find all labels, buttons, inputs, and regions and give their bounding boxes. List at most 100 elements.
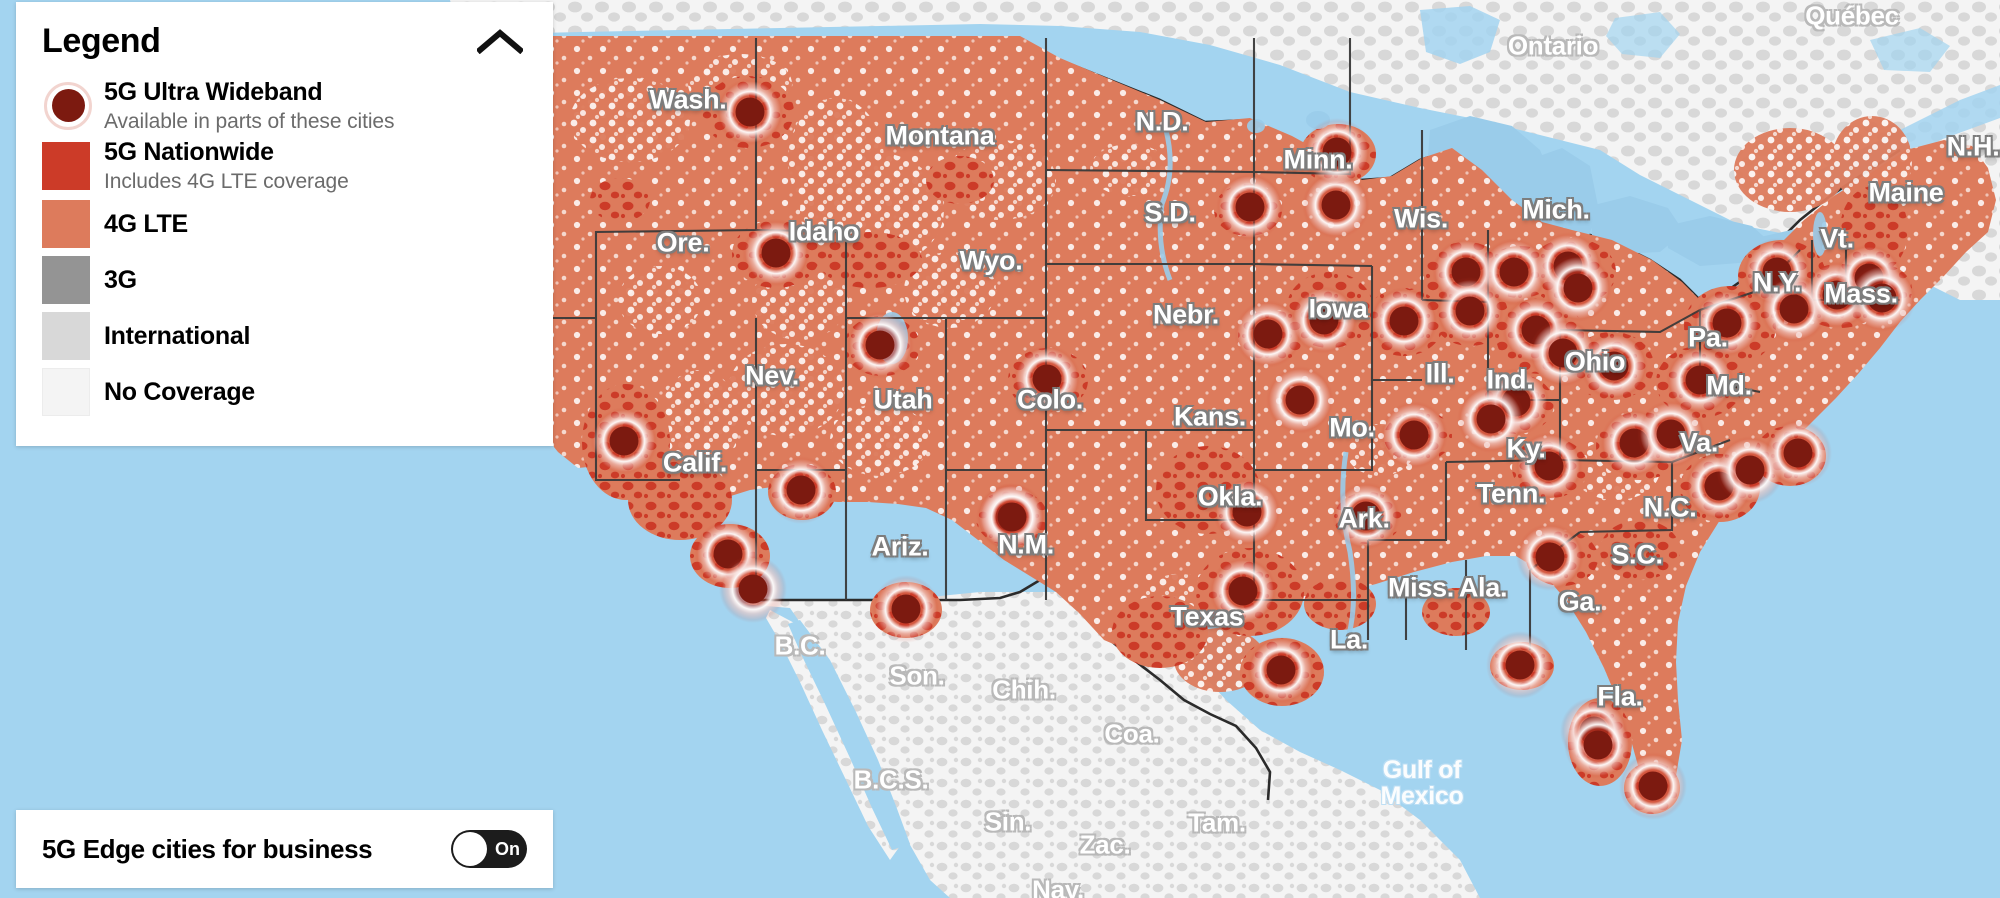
uwb-marker-dot (1656, 419, 1686, 449)
legend-item-texts: No Coverage (104, 378, 255, 407)
uwb-marker[interactable] (1564, 711, 1632, 779)
uwb-marker[interactable] (1580, 332, 1648, 400)
legend-item[interactable]: International (42, 308, 527, 364)
uwb-marker[interactable] (1303, 118, 1371, 186)
legend-title: Legend (42, 22, 161, 60)
uwb-marker-dot (1232, 497, 1262, 527)
uwb-marker-dot (1783, 438, 1813, 468)
uwb-marker[interactable] (1848, 264, 1916, 332)
legend-item-sublabel: Available in parts of these cities (104, 109, 395, 133)
uwb-marker[interactable] (872, 575, 940, 643)
legend-item-label: International (104, 321, 251, 350)
uwb-marker[interactable] (1693, 289, 1761, 357)
uwb-marker-dot (1309, 305, 1339, 335)
uwb-marker[interactable] (1380, 401, 1448, 469)
legend-items-list: 5G Ultra Wideband Available in parts of t… (42, 76, 527, 420)
uwb-marker[interactable] (1457, 385, 1525, 453)
legend-swatch-wrap (42, 311, 104, 360)
uwb-marker[interactable] (1290, 286, 1358, 354)
uwb-marker[interactable] (767, 456, 835, 524)
legend-item-texts: 5G Ultra Wideband Available in parts of t… (104, 78, 394, 134)
uwb-marker-dot (786, 475, 816, 505)
uwb-marker[interactable] (742, 219, 810, 287)
uwb-marker-dot (609, 426, 639, 456)
uwb-marker[interactable] (1247, 636, 1315, 704)
legend-item-label: 5G Nationwide (104, 137, 274, 166)
legend-panel: Legend 5G Ultra Wideband Available in par… (16, 2, 553, 446)
legend-color-swatch (42, 367, 90, 416)
uwb-marker[interactable] (1013, 345, 1081, 413)
uwb-marker-dot (1032, 364, 1062, 394)
legend-color-swatch (42, 199, 90, 248)
legend-item-label: No Coverage (104, 377, 255, 406)
uwb-marker-dot (1455, 296, 1485, 326)
toggle-state-label: On (495, 839, 520, 859)
uwb-marker[interactable] (1516, 523, 1584, 591)
legend-swatch-wrap (42, 141, 104, 190)
legend-item-label: 3G (104, 265, 137, 294)
uwb-marker[interactable] (1370, 287, 1438, 355)
uwb-marker-dot (735, 97, 765, 127)
legend-item[interactable]: 5G Ultra Wideband Available in parts of t… (42, 76, 527, 136)
uwb-marker-dot (1399, 420, 1429, 450)
toggle-knob (453, 832, 487, 866)
uwb-marker[interactable] (590, 407, 658, 475)
uwb-marker-dot (1535, 542, 1565, 572)
edge-cities-card: 5G Edge cities for business On (16, 810, 553, 888)
uwb-marker-dot (1253, 319, 1283, 349)
legend-swatch-wrap (42, 367, 104, 416)
uwb-marker-dot (1638, 771, 1668, 801)
chevron-up-icon[interactable] (473, 24, 527, 58)
uwb-marker[interactable] (1209, 557, 1277, 625)
uwb-marker[interactable] (1515, 432, 1583, 500)
uwb-marker[interactable] (1764, 419, 1832, 487)
uwb-marker[interactable] (1266, 366, 1334, 434)
edge-cities-toggle[interactable]: On (451, 830, 527, 868)
uwb-marker-dot (1235, 192, 1265, 222)
uwb-marker-dot (865, 330, 895, 360)
legend-item[interactable]: 4G LTE (42, 196, 527, 252)
uwb-marker[interactable] (846, 311, 914, 379)
uwb-marker[interactable] (978, 483, 1046, 551)
uwb-marker-dot (1351, 501, 1381, 531)
uwb-marker-icon (42, 80, 94, 132)
legend-item-texts: 3G (104, 266, 137, 295)
uwb-marker-dot (1505, 650, 1535, 680)
uwb-marker[interactable] (1332, 482, 1400, 550)
uwb-marker-dot (1321, 190, 1351, 220)
uwb-marker-dot (891, 594, 921, 624)
edge-cities-label: 5G Edge cities for business (42, 833, 373, 864)
uwb-marker-dot (1322, 137, 1352, 167)
uwb-marker-dot (1285, 385, 1315, 415)
legend-item[interactable]: 5G Nationwide Includes 4G LTE coverage (42, 136, 527, 196)
uwb-marker[interactable] (716, 78, 784, 146)
legend-item[interactable]: No Coverage (42, 364, 527, 420)
uwb-marker-dot (1563, 273, 1593, 303)
uwb-marker[interactable] (1213, 478, 1281, 546)
uwb-marker-dot (1534, 451, 1564, 481)
uwb-marker-dot (761, 238, 791, 268)
legend-swatch-wrap (42, 199, 104, 248)
coverage-map-app: Wash. Montana N.D. Minn. Ore. Idaho Wyo. S.D. Wi… (0, 0, 2000, 898)
uwb-marker[interactable] (1216, 173, 1284, 241)
legend-item[interactable]: 3G (42, 252, 527, 308)
legend-item-texts: 4G LTE (104, 210, 188, 239)
uwb-marker[interactable] (1486, 631, 1554, 699)
uwb-marker-dot (1599, 351, 1629, 381)
uwb-marker-dot (51, 89, 85, 123)
uwb-marker-dot (1583, 730, 1613, 760)
legend-header: Legend (42, 24, 527, 58)
uwb-marker-dot (1685, 365, 1715, 395)
uwb-marker-dot (1499, 257, 1529, 287)
legend-color-swatch (42, 311, 90, 360)
uwb-marker-dot (738, 574, 768, 604)
uwb-marker-dot (1228, 576, 1258, 606)
legend-item-label: 5G Ultra Wideband (104, 78, 323, 106)
legend-item-label: 4G LTE (104, 209, 188, 238)
uwb-marker[interactable] (719, 555, 787, 623)
legend-color-swatch (42, 141, 90, 190)
legend-item-texts: International (104, 322, 250, 351)
uwb-marker-dot (1548, 338, 1578, 368)
uwb-marker-dot (1712, 308, 1742, 338)
uwb-marker[interactable] (1619, 752, 1687, 820)
